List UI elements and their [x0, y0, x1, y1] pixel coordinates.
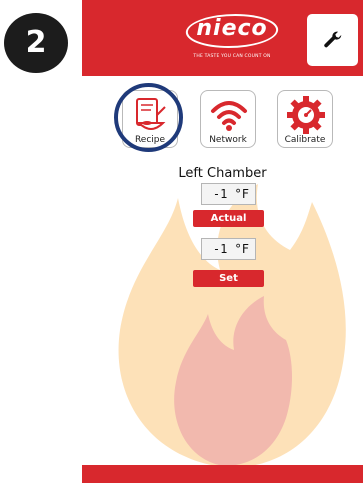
step-badge: 2 [4, 13, 68, 73]
logo-text: nieco [196, 16, 268, 41]
actual-button[interactable]: Actual [193, 210, 264, 227]
set-temp-field[interactable]: -1 °F [201, 238, 256, 260]
footer-bar [82, 465, 363, 483]
actual-temp-display: -1 °F [201, 183, 256, 205]
wifi-icon [211, 101, 247, 131]
network-button[interactable]: Network [200, 90, 256, 148]
network-label: Network [209, 135, 247, 145]
settings-button[interactable] [307, 14, 358, 66]
logo-tagline: THE TASTE YOU CAN COUNT ON [193, 54, 271, 59]
wrench-icon [323, 31, 341, 48]
selected-highlight-ring [114, 83, 183, 152]
chamber-title: Left Chamber [178, 166, 267, 181]
gauge-gear-icon [287, 96, 325, 134]
calibrate-button[interactable]: Calibrate [277, 90, 333, 148]
nieco-logo: nieco THE TASTE YOU CAN COUNT ON [182, 12, 282, 66]
device-screen: nieco THE TASTE YOU CAN COUNT ON Recipe [82, 0, 363, 483]
set-button[interactable]: Set [193, 270, 264, 287]
app-header: nieco THE TASTE YOU CAN COUNT ON [82, 0, 363, 76]
calibrate-label: Calibrate [284, 135, 326, 145]
